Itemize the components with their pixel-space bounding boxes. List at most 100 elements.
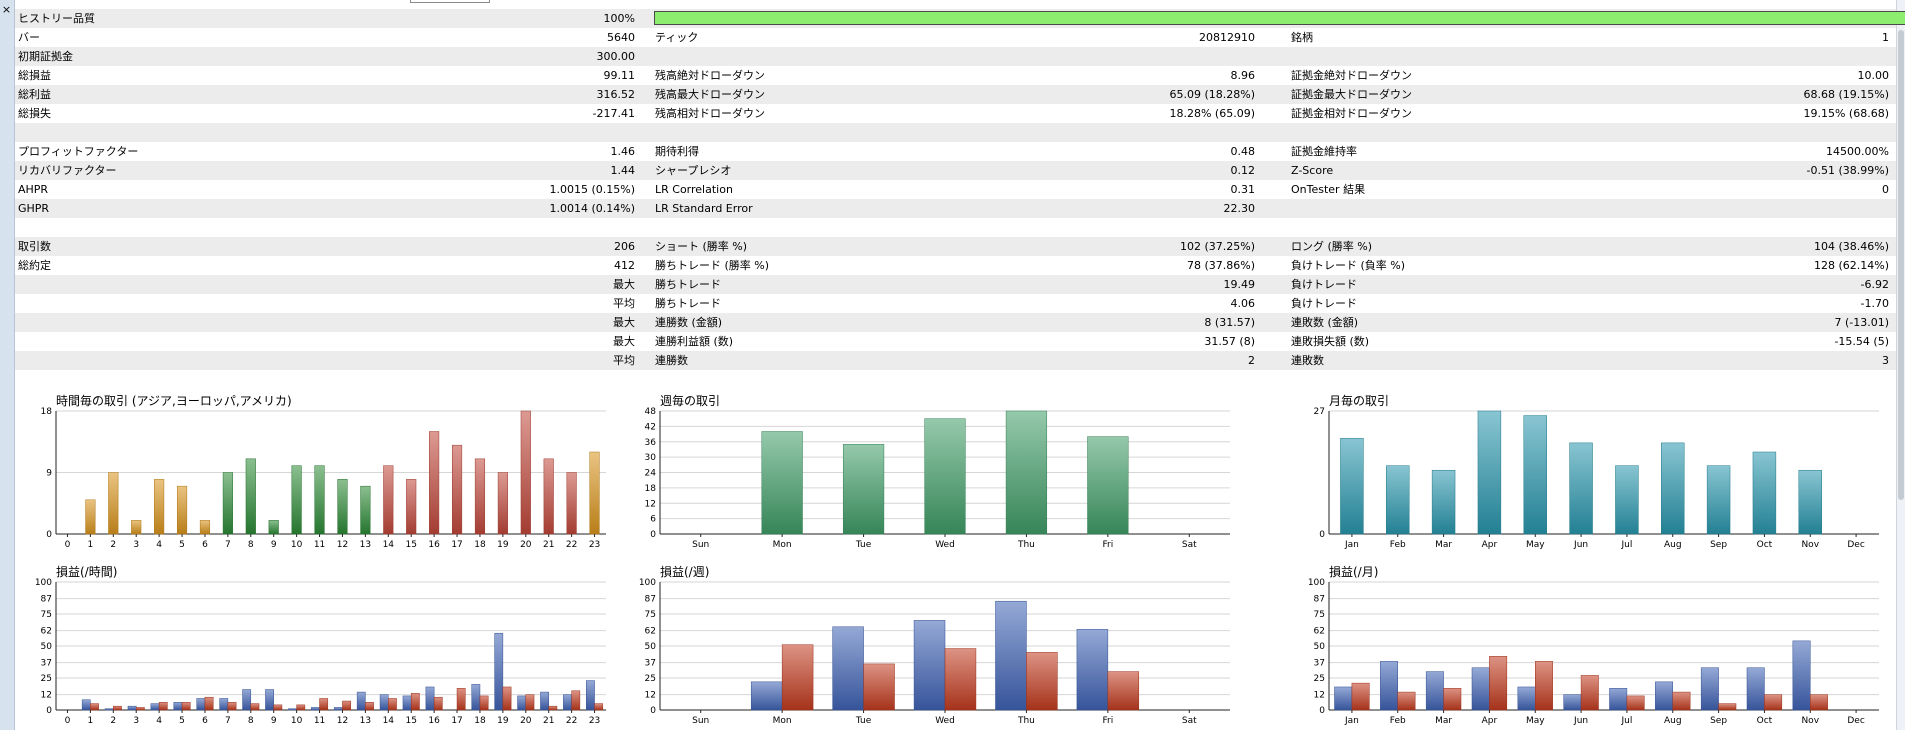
top-tab-handle[interactable] bbox=[410, 0, 490, 3]
x-tick-label: 23 bbox=[589, 716, 600, 726]
bar bbox=[108, 472, 119, 535]
report-value: 0 bbox=[1882, 183, 1889, 196]
report-label: バー bbox=[18, 31, 40, 44]
report-value: 10.00 bbox=[1857, 69, 1890, 82]
report-label: 勝ちトレード bbox=[655, 297, 721, 310]
loss-bar bbox=[1718, 703, 1737, 711]
profit-bar bbox=[402, 695, 412, 711]
report-value: 128 (62.14%) bbox=[1813, 259, 1889, 272]
report-value: 0.48 bbox=[1230, 145, 1256, 158]
report-label: 初期証拠金 bbox=[18, 50, 73, 63]
bar bbox=[154, 479, 165, 535]
close-icon[interactable]: × bbox=[1, 4, 12, 15]
bar bbox=[761, 431, 803, 535]
report-label: AHPR bbox=[18, 183, 49, 196]
x-tick-label: Feb bbox=[1390, 540, 1406, 550]
scrollbar-thumb[interactable] bbox=[1898, 30, 1904, 500]
x-tick-label: 11 bbox=[314, 540, 325, 550]
x-tick-label: 9 bbox=[271, 716, 277, 726]
x-tick-label: Jun bbox=[1573, 540, 1588, 550]
x-tick-label: Thu bbox=[1017, 716, 1035, 726]
report-label: 残高最大ドローダウン bbox=[655, 88, 765, 101]
report-value: 22.30 bbox=[1223, 202, 1256, 215]
x-tick-label: Aug bbox=[1664, 716, 1682, 726]
report-label: シャープレシオ bbox=[655, 164, 732, 177]
bar bbox=[176, 485, 188, 535]
vertical-scrollbar[interactable] bbox=[1896, 0, 1905, 730]
report-label: LR Standard Error bbox=[655, 202, 753, 215]
loss-bar bbox=[273, 704, 283, 711]
bar bbox=[924, 418, 966, 535]
profit-bar bbox=[832, 626, 864, 711]
left-panel-strip bbox=[0, 0, 15, 730]
x-tick-label: Tue bbox=[855, 716, 872, 726]
bar bbox=[245, 458, 256, 535]
report-row: AHPR 1.0015 (0.15%) LR Correlation 0.31 OnTe… bbox=[15, 180, 1896, 199]
x-tick-label: Nov bbox=[1801, 540, 1819, 550]
chart-plot: 0122537506275871000 1 2 3 4 5 6 7 8 9 10 11 12 13 14 15… bbox=[35, 578, 606, 726]
x-tick-label: Apr bbox=[1482, 716, 1498, 726]
x-tick-label: 14 bbox=[383, 540, 395, 550]
x-tick-label: Sat bbox=[1182, 716, 1197, 726]
report-label: 連勝数 (金額) bbox=[655, 316, 723, 329]
profit-bar bbox=[540, 691, 549, 711]
x-tick-label: 21 bbox=[543, 716, 554, 726]
bar bbox=[291, 465, 302, 535]
bar bbox=[842, 444, 885, 535]
y-tick-label: 42 bbox=[645, 422, 656, 432]
bar bbox=[406, 479, 417, 535]
report-row: 平均 勝ちトレード 4.06 負けトレード -1.70 bbox=[15, 294, 1896, 313]
bar bbox=[1615, 465, 1639, 535]
y-tick-label: 37 bbox=[645, 659, 656, 669]
bar bbox=[543, 458, 554, 535]
report-value: 68.68 (19.15%) bbox=[1803, 88, 1889, 101]
report-value: 0.31 bbox=[1230, 183, 1256, 196]
x-tick-label: Aug bbox=[1664, 540, 1682, 550]
x-tick-label: Feb bbox=[1390, 716, 1406, 726]
loss-bar bbox=[433, 696, 443, 711]
y-tick-label: 87 bbox=[41, 595, 52, 605]
profit-bar bbox=[150, 703, 160, 711]
report-value: -1.70 bbox=[1860, 297, 1889, 310]
report-value: 平均 bbox=[613, 354, 635, 367]
profit-bar bbox=[311, 707, 320, 711]
x-tick-label: 8 bbox=[248, 716, 254, 726]
bar bbox=[589, 451, 600, 535]
profit-bar bbox=[173, 702, 183, 711]
chart-plot: 0 12 25 37 50 62 75 87 100 Jan Feb Mar Apr May Jun Jul A… bbox=[1308, 578, 1879, 726]
x-tick-label: Jul bbox=[1620, 540, 1632, 550]
loss-bar bbox=[181, 702, 191, 711]
x-tick-label: Mon bbox=[773, 716, 792, 726]
profit-bar bbox=[750, 681, 783, 711]
x-tick-label: 15 bbox=[405, 540, 416, 550]
bar bbox=[474, 458, 486, 535]
backtest-report-table: ヒストリー品質 100% バー 5640 ティック 20812910 銘柄 1 初期証拠金 300… bbox=[15, 9, 1905, 389]
y-tick-label: 9 bbox=[46, 469, 52, 479]
y-tick-label: 12 bbox=[645, 499, 656, 509]
profit-bar bbox=[913, 620, 946, 711]
y-tick-label: 37 bbox=[41, 659, 52, 669]
loss-bar bbox=[1026, 652, 1058, 711]
x-tick-label: 22 bbox=[566, 716, 577, 726]
bar bbox=[337, 479, 348, 535]
x-tick-label: May bbox=[1526, 716, 1545, 726]
loss-bar bbox=[1535, 661, 1553, 711]
y-tick-label: 25 bbox=[41, 674, 52, 684]
loss-bar bbox=[1810, 694, 1828, 711]
x-tick-label: 0 bbox=[65, 716, 71, 726]
report-label: 期待利得 bbox=[655, 145, 699, 158]
loss-bar bbox=[781, 644, 814, 711]
profit-bar bbox=[425, 686, 435, 711]
profit-bar bbox=[104, 708, 114, 711]
report-row: バー 5640 ティック 20812910 銘柄 1 bbox=[15, 28, 1896, 47]
profit-bar bbox=[219, 698, 229, 711]
bar bbox=[314, 465, 325, 535]
bar bbox=[1706, 465, 1731, 535]
x-tick-label: 2 bbox=[110, 716, 116, 726]
report-value: 78 (37.86%) bbox=[1186, 259, 1255, 272]
bar bbox=[1386, 465, 1410, 535]
report-value: 1.0014 (0.14%) bbox=[549, 202, 635, 215]
loss-bar bbox=[1107, 671, 1140, 711]
y-tick-label: 24 bbox=[645, 469, 657, 479]
report-value: 206 bbox=[614, 240, 635, 253]
